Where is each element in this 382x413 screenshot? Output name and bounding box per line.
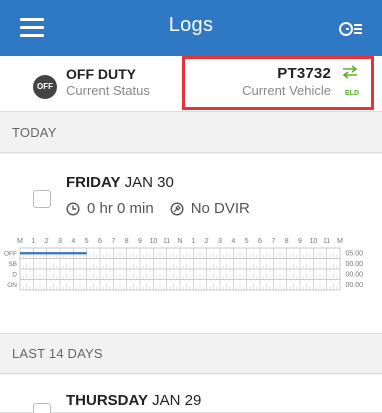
row-label: D: [12, 272, 17, 279]
hour-label: 8: [125, 238, 129, 245]
log-date: FRIDAY JAN 30: [66, 174, 174, 191]
log-weekday: FRIDAY: [66, 174, 121, 191]
page-title: Logs: [168, 14, 214, 36]
row-total: 00.00: [345, 261, 363, 268]
hour-label: 3: [218, 238, 222, 245]
duty-status-caption: Current Status: [66, 83, 150, 98]
hour-label: 10: [149, 238, 157, 245]
log-card-thursday[interactable]: THURSDAY JAN 29: [0, 375, 382, 413]
hour-label: 4: [71, 238, 75, 245]
hour-label: 1: [31, 238, 35, 245]
duty-status-button[interactable]: OFF OFF DUTY Current Status: [0, 56, 178, 112]
hour-label: N: [177, 238, 182, 245]
hour-label: M: [17, 238, 23, 245]
log-select-checkbox[interactable]: [33, 190, 51, 208]
hour-label: 3: [58, 238, 62, 245]
hour-label: 10: [309, 238, 317, 245]
row-total: 00.00: [345, 272, 363, 279]
clock-icon: [66, 201, 80, 216]
row-total: 00.00: [345, 282, 363, 289]
hour-label: 4: [231, 238, 235, 245]
hour-label: 2: [45, 238, 49, 245]
hour-label: 8: [285, 238, 289, 245]
section-header-today: TODAY: [0, 113, 382, 153]
hour-label: 7: [271, 238, 275, 245]
row-label: SB: [8, 261, 17, 268]
hour-label: 9: [138, 238, 142, 245]
section-label: LAST 14 DAYS: [12, 346, 103, 361]
log-weekday: THURSDAY: [66, 392, 148, 409]
status-bar: OFF OFF DUTY Current Status PT3732 Curre…: [0, 56, 382, 112]
log-day: JAN 29: [152, 392, 202, 409]
log-select-checkbox[interactable]: [33, 403, 51, 413]
hour-label: M: [337, 238, 343, 245]
vehicle-id: PT3732: [277, 65, 331, 82]
app-bar: Logs: [0, 0, 382, 56]
hour-label: 7: [111, 238, 115, 245]
hour-label: 5: [245, 238, 249, 245]
hour-label: 2: [205, 238, 209, 245]
log-card-today[interactable]: FRIDAY JAN 30 0 hr 0 min No DVIR M 1 2 3 4 5 6…: [0, 154, 382, 334]
dvir-status: No DVIR: [190, 200, 250, 217]
hour-label: 1: [191, 238, 195, 245]
vehicle-caption: Current Vehicle: [242, 83, 331, 98]
hour-label: 6: [98, 238, 102, 245]
filter-settings-icon[interactable]: [338, 19, 364, 39]
duty-status-label: OFF DUTY: [66, 66, 136, 82]
section-header-last-14-days: LAST 14 DAYS: [0, 334, 382, 374]
row-label: OFF: [4, 251, 17, 258]
log-date: THURSDAY JAN 29: [66, 392, 201, 409]
row-label: ON: [7, 282, 17, 289]
current-vehicle-button[interactable]: PT3732 Current Vehicle ELD: [182, 56, 374, 110]
hour-label: 9: [298, 238, 302, 245]
swap-arrows-icon: [342, 65, 358, 79]
hour-label: 11: [323, 238, 330, 245]
eld-badge: ELD: [345, 90, 359, 97]
hour-label: 6: [258, 238, 262, 245]
hos-log-graph: M 1 2 3 4 5 6 7 8 9 10 11 N 1 2 3 4 5 6 7 8 9 10 11 MOFF 05.00SB 0…: [4, 238, 363, 291]
log-meta: 0 hr 0 min No DVIR: [66, 200, 250, 217]
hour-label: 5: [85, 238, 89, 245]
hour-label: 11: [163, 238, 170, 245]
section-label: TODAY: [12, 125, 57, 140]
duty-status-badge: OFF: [33, 75, 57, 99]
log-day: JAN 30: [124, 174, 174, 191]
row-total: 05.00: [345, 251, 363, 258]
dvir-icon: [170, 201, 184, 216]
hours-value: 0 hr 0 min: [87, 200, 154, 217]
